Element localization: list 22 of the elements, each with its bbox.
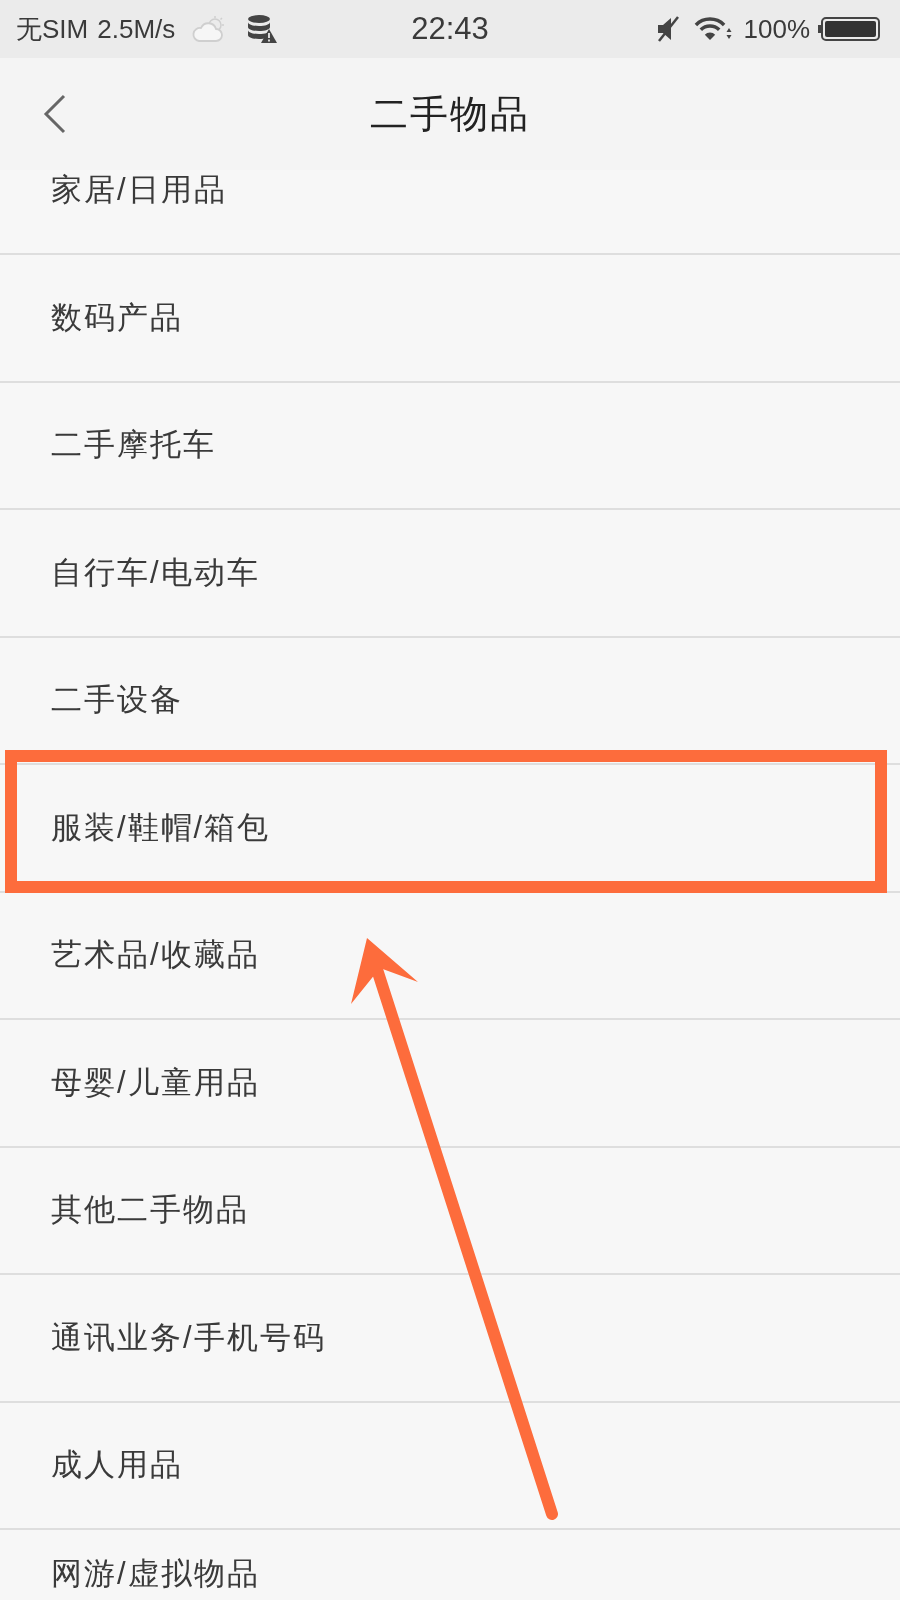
clock-time: 22:43 (411, 12, 489, 46)
database-warning-icon (247, 14, 278, 44)
category-item[interactable]: 网游/虚拟物品 (0, 1530, 900, 1600)
category-item[interactable]: 艺术品/收藏品 (0, 892, 900, 1020)
network-speed: 2.5M/s (97, 14, 176, 44)
category-item[interactable]: 数码产品 (0, 255, 900, 383)
category-item[interactable]: 二手摩托车 (0, 382, 900, 510)
page-title: 二手物品 (370, 92, 530, 136)
category-item[interactable]: 通讯业务/手机号码 (0, 1275, 900, 1403)
category-item[interactable]: 母婴/儿童用品 (0, 1020, 900, 1148)
mute-icon (655, 16, 680, 42)
category-item[interactable]: 服装/鞋帽/箱包 (0, 765, 900, 893)
carrier-text: 无SIM (16, 14, 89, 44)
battery-icon (818, 17, 880, 41)
partly-cloudy-icon (190, 15, 227, 43)
category-item[interactable]: 成人用品 (0, 1402, 900, 1530)
category-item[interactable]: 二手设备 (0, 637, 900, 765)
category-item[interactable]: 其他二手物品 (0, 1147, 900, 1275)
back-icon[interactable] (42, 94, 68, 134)
category-item[interactable]: 自行车/电动车 (0, 510, 900, 638)
category-item[interactable]: 家居/日用品 (0, 170, 900, 255)
battery-percent: 100% (743, 14, 810, 44)
